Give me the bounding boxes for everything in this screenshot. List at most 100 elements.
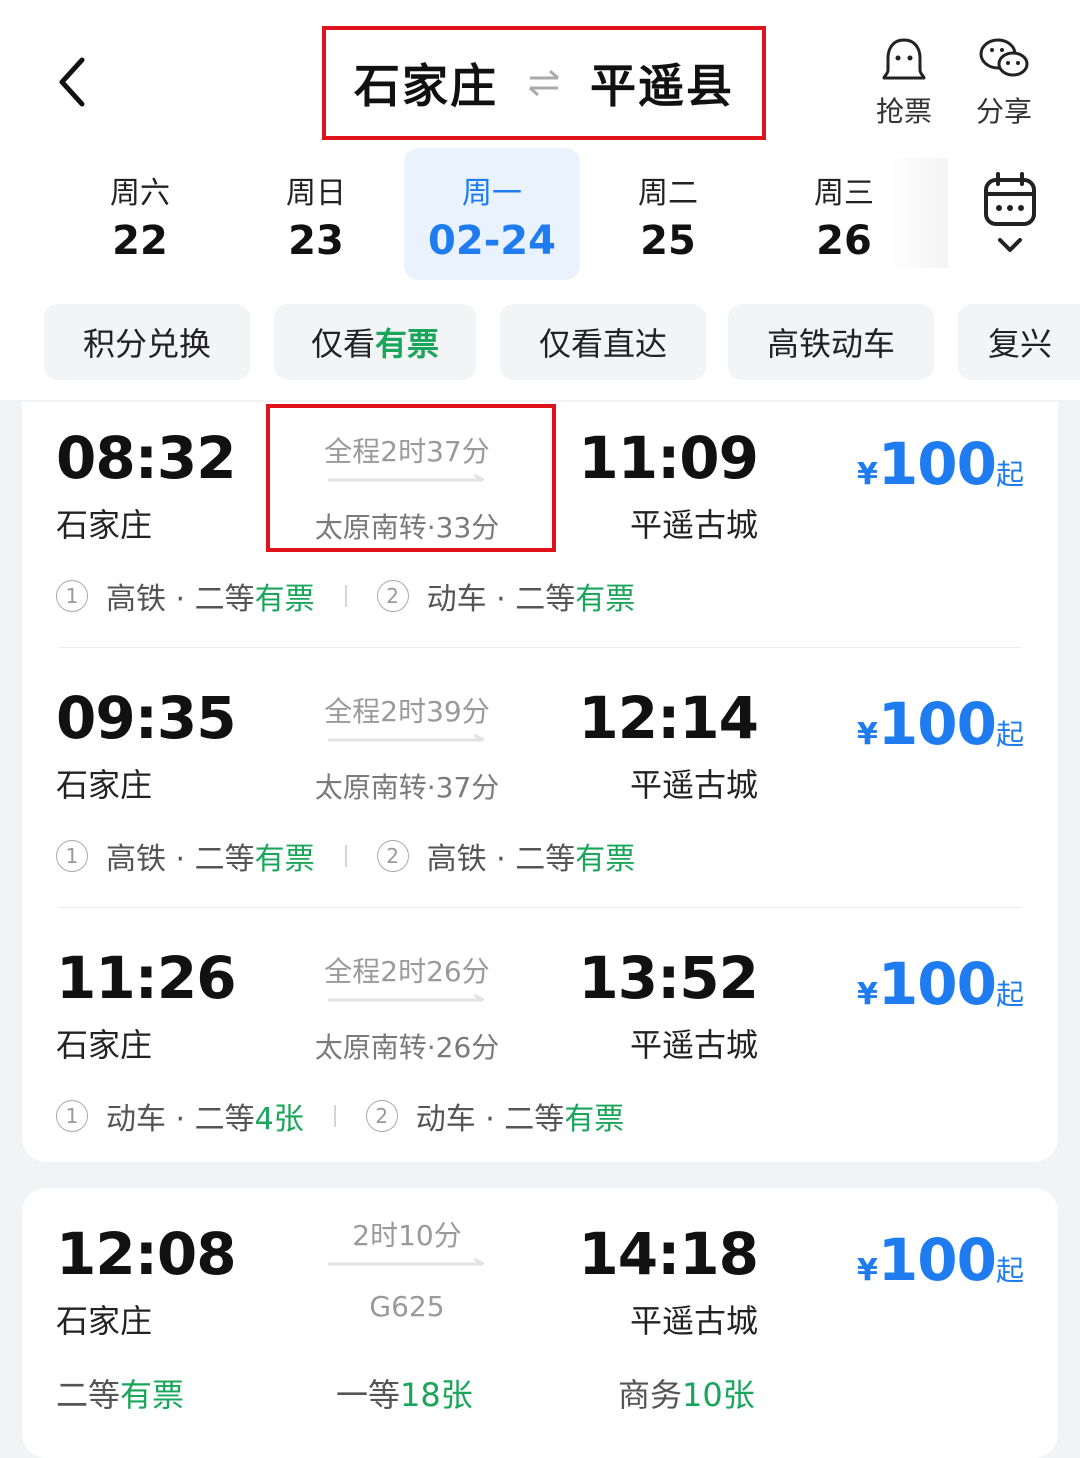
duration: 全程2时39分 [324,695,490,728]
ghost-icon [882,38,926,80]
arrival-station: 平遥古城 [629,1302,758,1340]
journey-arrow-icon [328,993,485,1002]
price-currency: ¥ [857,717,878,752]
date-day: 25 [640,218,696,264]
header-panel: 石家庄 平遥县 抢票 分享 周六 22 周日 23 周一 02-24 周二 25… [0,0,1080,400]
seat-first-class: 一等18张 [336,1370,473,1416]
direct-train-card: 12:08 石家庄 2时10分 G625 14:18 平遥古城 ¥100起 二等… [22,1188,1058,1458]
segment-type: 高铁 · 二等 [106,842,255,877]
date-tab-23[interactable]: 周日 23 [228,148,404,280]
segment-number-badge: 1 [56,840,88,872]
price: ¥100起 [857,690,1024,758]
departure-time: 08:32 [56,424,237,492]
segment-separator [333,1105,336,1127]
filter-only-available[interactable]: 仅看 有票 [274,304,476,380]
filter-direct-only[interactable]: 仅看直达 [500,304,706,380]
grab-ticket-button[interactable]: 抢票 [864,36,944,130]
segment-status: 有票 [575,582,636,617]
seat-class: 一等 [336,1376,401,1414]
price-value: 100 [877,430,997,498]
segment-number-badge: 1 [56,1100,88,1132]
date-tab-25[interactable]: 周二 25 [580,148,756,280]
to-city: 平遥县 [590,59,734,113]
price: ¥100起 [857,950,1024,1018]
departure-station: 石家庄 [56,766,153,804]
date-weekday: 周日 [286,176,346,211]
date-scroll-fade [884,158,948,268]
seat-status: 有票 [120,1376,185,1414]
journey-info: 2时10分 G625 [292,1198,522,1323]
price-value: 100 [877,950,997,1018]
segment-number-badge: 2 [376,580,409,612]
back-arrow-icon[interactable] [48,52,96,112]
train-number: G625 [369,1290,445,1323]
seat-status: 18张 [400,1376,473,1414]
filter-fuxing[interactable]: 复兴 [958,304,1080,380]
journey-info: 全程2时39分 太原南转·37分 [292,662,522,806]
filter-label: 仅看 [310,325,375,363]
duration: 2时10分 [352,1219,462,1252]
filter-points-exchange[interactable]: 积分兑换 [44,304,250,380]
segment-separator [344,585,347,607]
transfer-info: 太原南转·26分 [314,1031,500,1064]
filter-label: 仅看直达 [538,325,667,363]
route-title[interactable]: 石家庄 平遥县 [322,26,766,140]
segment-status: 4张 [254,1102,304,1137]
filter-label: 复兴 [988,325,1053,363]
duration: 全程2时26分 [324,955,490,988]
journey-arrow-icon [328,1257,485,1266]
seat-class: 二等 [56,1376,121,1414]
segment-type: 高铁 · 二等 [106,582,255,617]
date-tab-22[interactable]: 周六 22 [52,148,228,280]
train-row[interactable]: 12:08 石家庄 2时10分 G625 14:18 平遥古城 ¥100起 二等… [22,1198,1058,1456]
train-row[interactable]: 09:35 石家庄 全程2时39分 太原南转·37分 12:14 平遥古城 ¥1… [22,662,1058,920]
date-day: 23 [288,218,344,264]
date-weekday: 周二 [638,176,698,211]
price-value: 100 [877,1226,997,1294]
segment-info: 1 高铁 · 二等 有票 2 动车 · 二等 有票 [56,574,635,618]
date-day: 22 [112,218,168,264]
segment-status: 有票 [254,582,315,617]
arrival-station: 平遥古城 [629,506,758,544]
arrival-time: 12:14 [578,684,759,752]
price-suffix: 起 [995,718,1024,751]
departure-station: 石家庄 [56,1026,153,1064]
filter-label: 高铁动车 [766,325,895,363]
segment-number-badge: 2 [376,840,409,872]
row-divider [58,647,1022,648]
price-currency: ¥ [857,1253,878,1288]
grab-ticket-label: 抢票 [875,95,932,128]
price-value: 100 [877,690,997,758]
filter-label-highlight: 有票 [375,325,440,363]
arrival-time: 11:09 [578,424,759,492]
segment-number-badge: 1 [56,580,88,612]
departure-time: 09:35 [56,684,237,752]
price: ¥100起 [857,430,1024,498]
calendar-icon[interactable] [978,170,1042,260]
seat-status: 10张 [682,1376,755,1414]
transfer-highlight-box [266,404,556,552]
date-tab-selected[interactable]: 周一 02-24 [404,148,580,280]
share-button[interactable]: 分享 [964,36,1044,130]
arrival-time: 13:52 [578,944,759,1012]
segment-info: 1 高铁 · 二等 有票 2 高铁 · 二等 有票 [56,834,635,878]
filter-bar: 积分兑换 仅看 有票 仅看直达 高铁动车 复兴 [44,304,1080,380]
swap-icon[interactable] [524,63,564,103]
price-currency: ¥ [857,457,878,492]
price-suffix: 起 [995,978,1024,1011]
train-row[interactable]: 11:26 石家庄 全程2时26分 太原南转·26分 13:52 平遥古城 ¥1… [22,922,1058,1180]
departure-time: 12:08 [56,1220,237,1288]
price-suffix: 起 [995,1254,1024,1287]
segment-separator [344,845,347,867]
arrival-time: 14:18 [578,1220,759,1288]
wechat-icon [979,38,1029,77]
journey-info: 全程2时26分 太原南转·26分 [292,922,522,1066]
departure-time: 11:26 [56,944,237,1012]
row-divider [58,907,1022,908]
date-weekday: 周一 [462,176,522,211]
price: ¥100起 [857,1226,1024,1294]
transfer-info: 太原南转·37分 [314,771,500,804]
segment-status: 有票 [254,842,315,877]
segment-status: 有票 [564,1102,625,1137]
filter-high-speed[interactable]: 高铁动车 [728,304,934,380]
